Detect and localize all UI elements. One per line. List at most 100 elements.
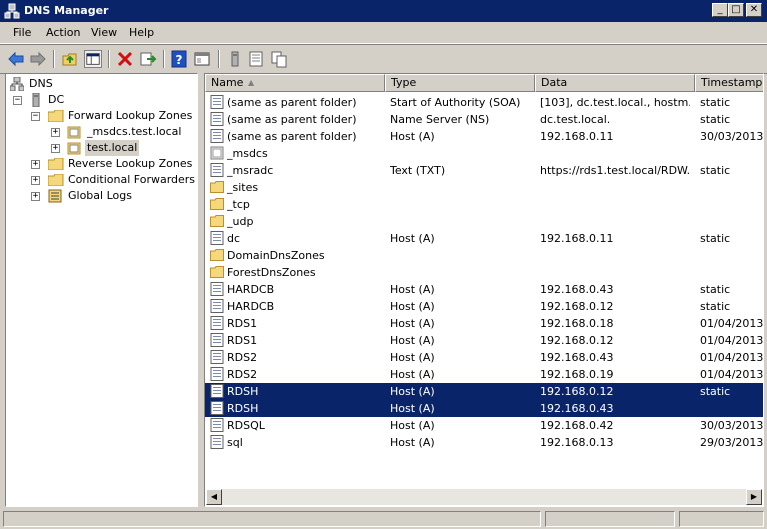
export-list-icon[interactable] [139,50,157,68]
cell-timestamp: 01/04/2013 1 [700,334,763,347]
table-row[interactable]: RDSH Host (A) 192.168.0.12 static [205,383,763,400]
cell-type: Host (A) [390,402,435,415]
dns-manager-icon [4,3,20,19]
cell-data: 192.168.0.12 [540,385,614,398]
dns-root-icon [10,77,24,91]
folder-icon [48,158,64,170]
cell-timestamp: static [700,113,731,126]
event-log-icon [48,189,62,203]
collapse-toggle[interactable]: − [13,96,22,105]
collapse-toggle[interactable]: − [31,112,40,121]
cell-timestamp: static [700,164,731,177]
table-row[interactable]: RDS2 Host (A) 192.168.0.43 01/04/2013 1 [205,349,763,366]
show-hide-tree-icon[interactable] [84,50,102,68]
cell-type: Name Server (NS) [390,113,490,126]
tree-label-reverse-lookup-zones: Reverse Lookup Zones [68,157,193,170]
cell-type: Host (A) [390,419,435,432]
cell-timestamp: 01/04/2013 1 [700,351,763,364]
toolbar-separator [218,50,220,68]
cell-name: RDS2 [227,368,258,381]
expand-toggle[interactable]: + [51,144,60,153]
help-icon[interactable]: ? [170,50,188,68]
cell-timestamp: static [700,96,731,109]
menu-file[interactable]: File [13,26,31,39]
table-row[interactable]: RDS2 Host (A) 192.168.0.19 01/04/2013 1 [205,366,763,383]
table-row[interactable]: (same as parent folder) Name Server (NS) d… [205,111,763,128]
up-folder-icon[interactable] [61,50,79,68]
column-header-data-label: Data [541,76,568,89]
back-arrow-icon[interactable] [7,50,25,68]
table-row[interactable]: _udp [205,213,763,230]
expand-toggle[interactable]: + [31,160,40,169]
cell-data: dc.test.local. [540,113,611,126]
table-row[interactable]: RDSQL Host (A) 192.168.0.42 30/03/2013 1 [205,417,763,434]
cell-data: 192.168.0.19 [540,368,614,381]
properties-icon[interactable] [193,50,211,68]
column-header-timestamp[interactable]: Timestamp [695,74,763,92]
expand-toggle[interactable]: + [51,128,60,137]
cell-data: 192.168.0.11 [540,130,614,143]
cell-name: _msdcs [227,147,268,160]
status-panel-tertiary [679,511,764,527]
toolbar-separator [108,50,110,68]
menu-help[interactable]: Help [129,26,154,39]
scroll-left-button[interactable]: ◀ [206,489,222,505]
table-row[interactable]: _sites [205,179,763,196]
column-header-data[interactable]: Data [535,74,695,92]
table-row[interactable]: _msradc Text (TXT) https://rds1.test.local… [205,162,763,179]
column-header-type[interactable]: Type [385,74,535,92]
table-row[interactable]: DomainDnsZones [205,247,763,264]
table-row[interactable]: _msdcs [205,145,763,162]
cell-type: Host (A) [390,334,435,347]
cell-name: RDSQL [227,419,265,432]
cell-data: 192.168.0.43 [540,283,614,296]
menu-bar: File Action View Help [0,22,767,44]
delete-icon[interactable] [116,50,134,68]
cell-name: _tcp [227,198,250,211]
expand-toggle[interactable]: + [31,192,40,201]
maximize-button[interactable]: □ [728,3,744,17]
cell-name: dc [227,232,241,245]
records-icon[interactable] [247,50,265,68]
close-button[interactable]: ✕ [746,3,762,17]
table-row[interactable]: HARDCB Host (A) 192.168.0.12 static [205,298,763,315]
cell-type: Host (A) [390,351,435,364]
server-icon[interactable] [226,50,244,68]
table-row[interactable]: sql Host (A) 192.168.0.13 29/03/2013 1 [205,434,763,451]
tree-label-global-logs: Global Logs [68,189,132,202]
minimize-button[interactable]: _ [712,3,728,17]
menu-view[interactable]: View [91,26,117,39]
server-icon [32,93,40,107]
column-header-name-label: Name [211,76,244,89]
expand-toggle[interactable]: + [31,176,40,185]
cell-name: HARDCB [227,283,275,296]
table-row[interactable]: ForestDnsZones [205,264,763,281]
table-row[interactable]: RDSH Host (A) 192.168.0.43 [205,400,763,417]
tree-label-forward-lookup-zones: Forward Lookup Zones [68,109,193,122]
horizontal-scrollbar[interactable]: ◀ ▶ [206,489,762,505]
table-row[interactable]: RDS1 Host (A) 192.168.0.12 01/04/2013 1 [205,332,763,349]
menu-action[interactable]: Action [46,26,80,39]
cell-timestamp: static [700,283,731,296]
table-row[interactable]: dc Host (A) 192.168.0.11 static [205,230,763,247]
cell-name: DomainDnsZones [227,249,325,262]
cell-data: 192.168.0.13 [540,436,614,449]
folder-icon [48,174,64,186]
cell-data: 192.168.0.43 [540,402,614,415]
copy-icon[interactable] [270,50,288,68]
cell-data: 192.168.0.42 [540,419,614,432]
table-row[interactable]: RDS1 Host (A) 192.168.0.18 01/04/2013 1 [205,315,763,332]
cell-type: Host (A) [390,283,435,296]
scroll-right-button[interactable]: ▶ [746,489,762,505]
tree-label-dns: DNS [29,77,53,90]
table-row[interactable]: (same as parent folder) Start of Authorit… [205,94,763,111]
table-row[interactable]: HARDCB Host (A) 192.168.0.43 static [205,281,763,298]
table-row[interactable]: _tcp [205,196,763,213]
column-header-name[interactable]: Name ▲ [205,74,385,92]
console-tree: DNS − DC − Forward Lookup Zones + _msdcs… [5,73,198,507]
status-panel-secondary [545,511,675,527]
forward-arrow-icon[interactable] [29,50,47,68]
cell-data: 192.168.0.12 [540,334,614,347]
cell-name: RDS1 [227,334,258,347]
table-row[interactable]: (same as parent folder) Host (A) 192.168.0… [205,128,763,145]
